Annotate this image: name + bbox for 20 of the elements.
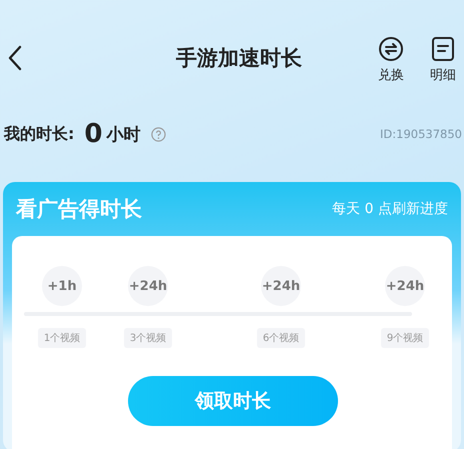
list-icon[interactable] <box>431 36 455 62</box>
action-label[interactable]: 明细 <box>430 66 456 84</box>
action-label[interactable]: 兑换 <box>378 66 404 84</box>
requirement-tag: 6个视频 <box>256 328 306 348</box>
card-title: 看广告得时长 <box>16 196 142 223</box>
reward-bubble: +24h <box>261 266 301 306</box>
reward-bubble: +24h <box>128 266 168 306</box>
page-title: 手游加速时长 <box>175 45 303 72</box>
refresh-note: 每天 0 点刷新进度 <box>332 200 448 218</box>
balance-value: 0 <box>84 119 102 149</box>
requirement-tag: 1个视频 <box>38 328 86 348</box>
user-id: ID:190537850 <box>380 127 462 141</box>
requirement-tag: 9个视频 <box>380 328 430 348</box>
back-icon[interactable] <box>8 45 22 71</box>
reward-bubble: +24h <box>385 266 425 306</box>
requirement-tag: 3个视频 <box>124 328 172 348</box>
balance-unit: 小时 <box>106 124 140 146</box>
exchange-icon[interactable] <box>378 36 404 62</box>
reward-bubble: +1h <box>42 266 82 306</box>
balance-label: 我的时长: <box>4 124 74 144</box>
